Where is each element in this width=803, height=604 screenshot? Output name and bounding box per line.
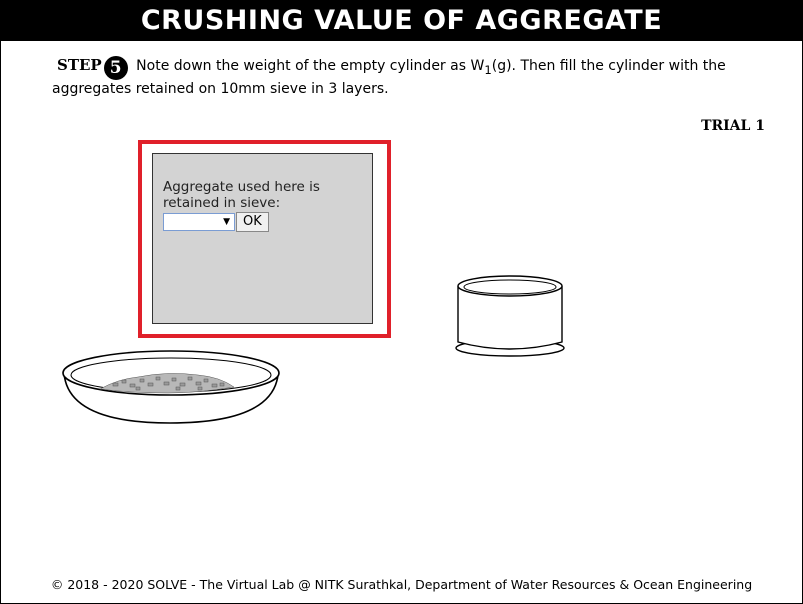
step-number-badge: 5 — [103, 56, 128, 80]
step-instruction: STEP 5 Note down the weight of the empty … — [52, 56, 752, 99]
ok-button[interactable]: OK — [236, 212, 269, 232]
cylinder-icon — [455, 275, 565, 357]
chevron-down-icon: ▼ — [223, 217, 230, 227]
trial-label: TRIAL 1 — [701, 118, 765, 134]
sieve-question-panel: Aggregate used here is retained in sieve… — [152, 153, 373, 324]
sieve-controls: ▼ OK — [163, 212, 269, 232]
step-label: STEP — [57, 56, 102, 74]
footer-text: © 2018 - 2020 SOLVE - The Virtual Lab @ … — [50, 577, 753, 592]
page-title: CRUSHING VALUE OF AGGREGATE — [1, 1, 802, 41]
step-text-part1: Note down the weight of the empty cylind… — [136, 58, 485, 74]
step-text-subscript: 1 — [484, 62, 492, 77]
sieve-question-text: Aggregate used here is retained in sieve… — [163, 179, 320, 211]
aggregate-bowl-icon — [62, 350, 280, 424]
sieve-select[interactable]: ▼ — [163, 213, 235, 231]
